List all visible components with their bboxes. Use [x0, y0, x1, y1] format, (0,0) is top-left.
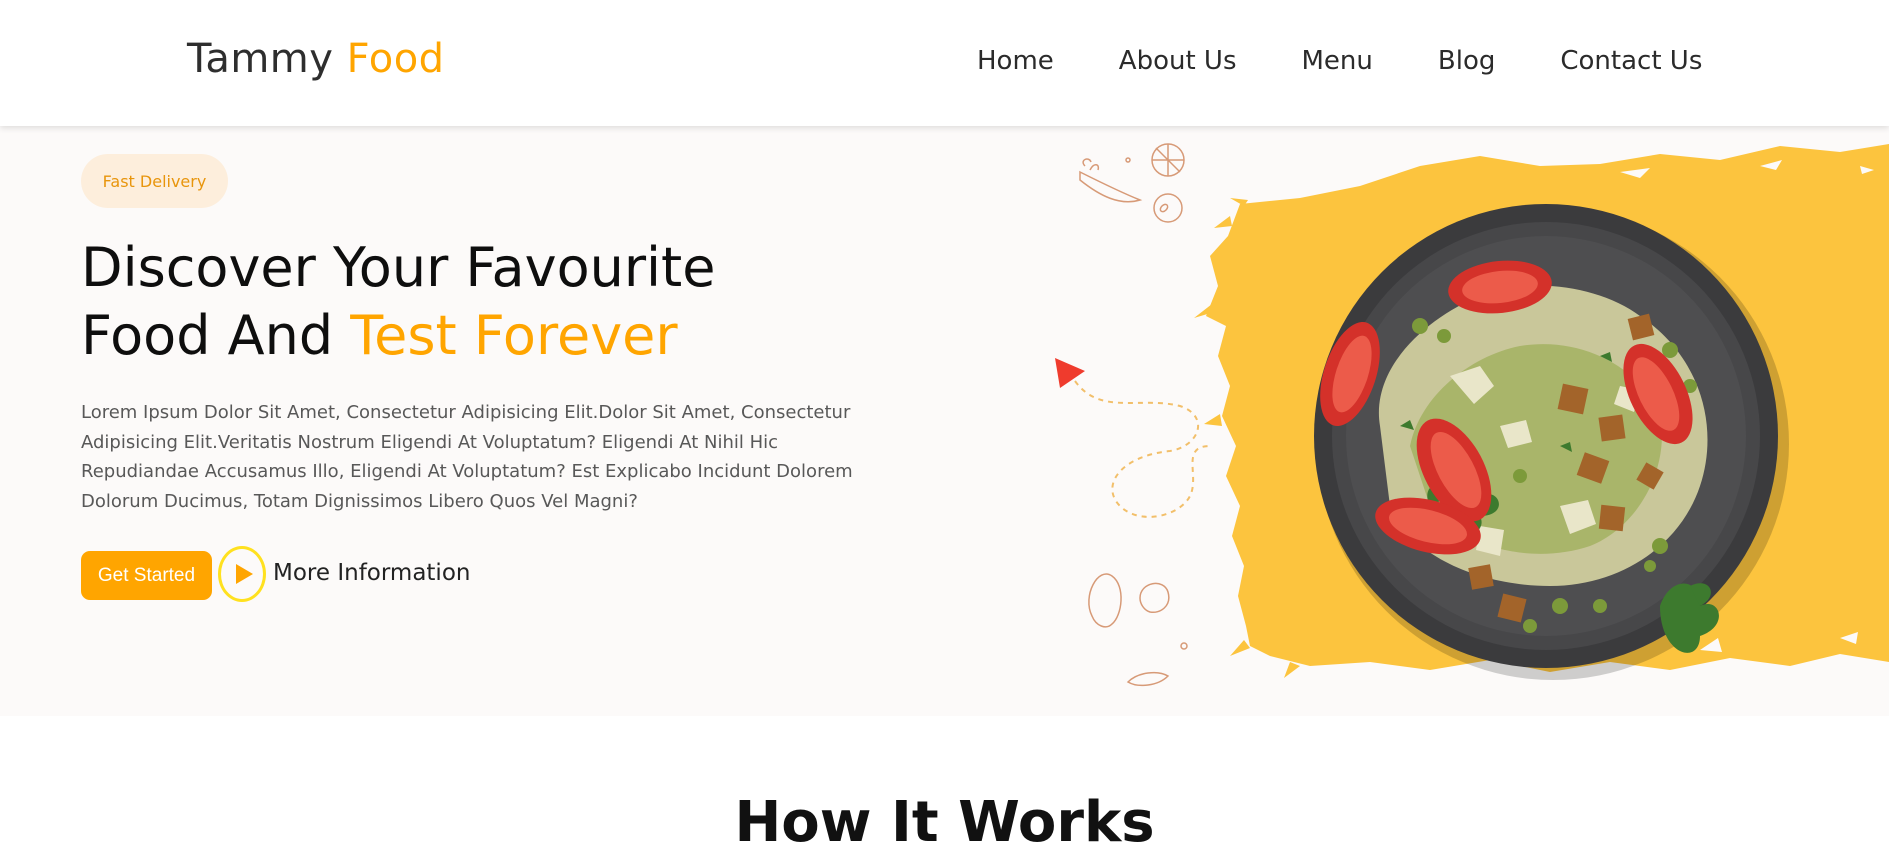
hero-title: Discover Your Favourite Food And Test Fo…	[81, 234, 715, 370]
site-header: Tammy Food Home About Us Menu Blog Conta…	[0, 0, 1889, 126]
get-started-button[interactable]: Get Started	[81, 551, 212, 600]
fast-delivery-badge: Fast Delivery	[81, 154, 228, 208]
brand-logo[interactable]: Tammy Food	[187, 36, 445, 82]
nav-about-us[interactable]: About Us	[1119, 46, 1237, 76]
hero-section: Fast Delivery Discover Your Favourite Fo…	[0, 126, 1889, 716]
logo-main-text: Tammy	[187, 36, 334, 82]
play-video-button[interactable]	[218, 546, 266, 602]
hero-description: Lorem Ipsum Dolor Sit Amet, Consectetur …	[81, 402, 853, 512]
main-nav: Home About Us Menu Blog Contact Us	[977, 46, 1702, 76]
yellow-brush-shape	[1206, 144, 1889, 672]
red-arrow-icon	[1055, 358, 1085, 388]
salad-image	[1378, 285, 1708, 586]
plate-image	[1314, 204, 1778, 668]
hero-title-line2-main: Food And	[81, 304, 334, 367]
nav-home[interactable]: Home	[977, 46, 1054, 76]
how-it-works-section: How It Works	[0, 716, 1889, 855]
section-title: How It Works	[734, 790, 1155, 855]
more-information-link[interactable]: More Information	[273, 560, 470, 586]
logo-accent-text: Food	[346, 36, 445, 82]
hero-title-line1: Discover Your Favourite	[81, 236, 716, 299]
play-icon	[235, 564, 253, 584]
nav-contact-us[interactable]: Contact Us	[1560, 46, 1702, 76]
nav-menu[interactable]: Menu	[1302, 46, 1373, 76]
nav-blog[interactable]: Blog	[1438, 46, 1495, 76]
hero-title-line2-accent: Test Forever	[350, 304, 678, 367]
